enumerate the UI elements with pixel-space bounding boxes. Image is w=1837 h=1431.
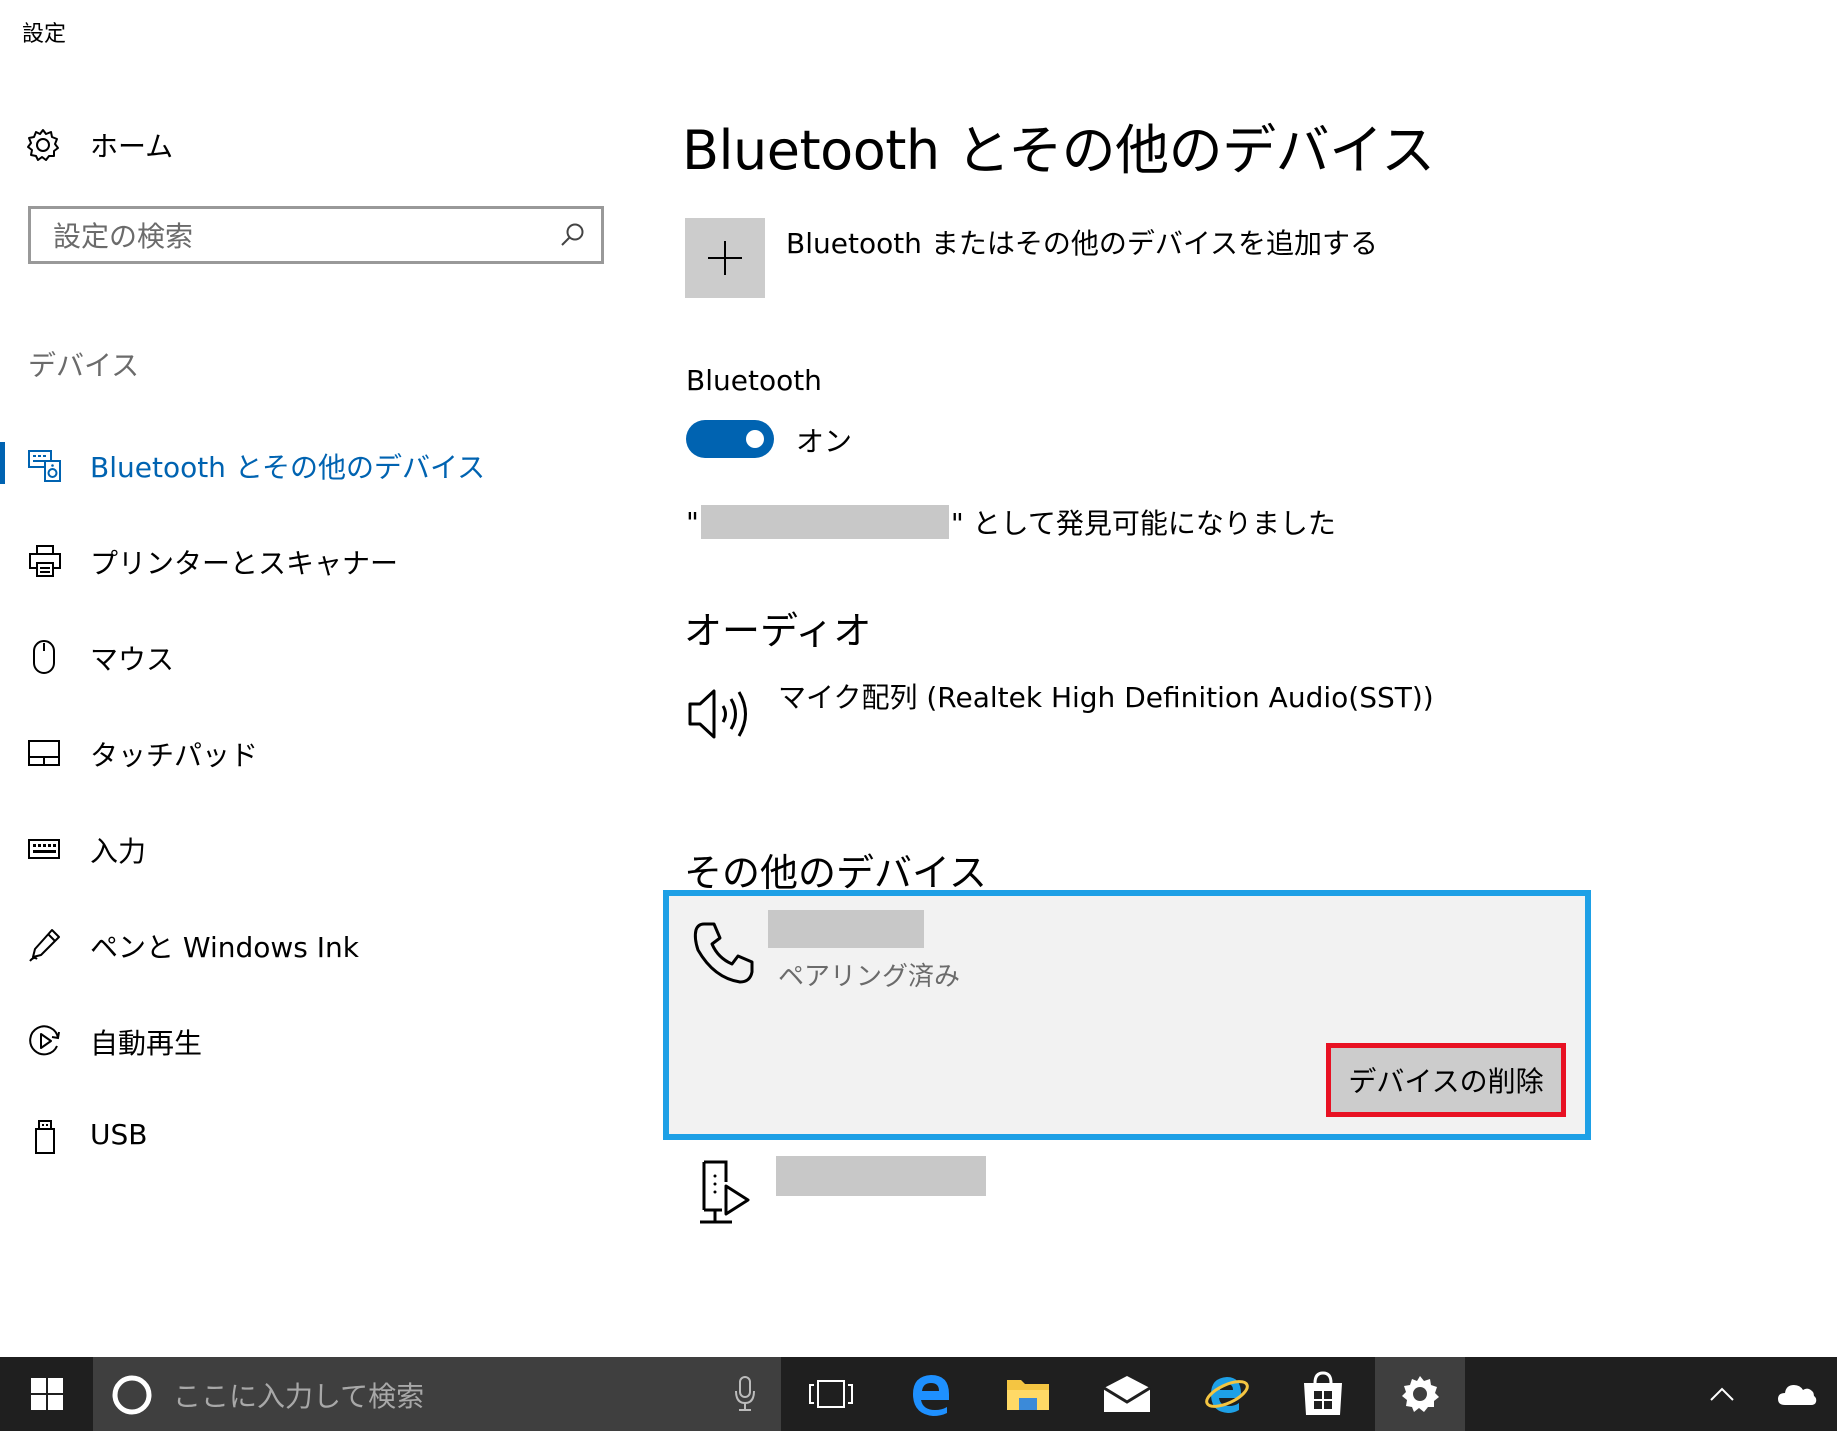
nav-home-label: ホーム (90, 130, 174, 163)
sidebar-item-label: マウス (90, 643, 175, 676)
show-hidden-icons-button[interactable] (1692, 1357, 1752, 1431)
sidebar-item-label: 入力 (90, 835, 147, 868)
search-icon[interactable] (559, 222, 585, 248)
taskbar-search-box[interactable]: ここに入力して検索 (93, 1357, 781, 1431)
sidebar-item-printers[interactable]: プリンターとスキャナー (0, 530, 600, 590)
sidebar-item-label: ペンと Windows Ink (90, 931, 360, 964)
settings-search[interactable] (28, 206, 604, 264)
sidebar-item-label: 自動再生 (90, 1027, 203, 1060)
cortana-icon (111, 1374, 153, 1416)
taskbar-search-placeholder: ここに入力して検索 (173, 1380, 425, 1413)
windows-logo-icon (30, 1378, 63, 1410)
mail-button[interactable] (1082, 1357, 1172, 1431)
printer-icon (28, 544, 62, 578)
quote-open: " (686, 505, 699, 539)
media-device-icon (698, 1160, 756, 1226)
internet-explorer-button[interactable] (1182, 1357, 1272, 1431)
speaker-icon (688, 686, 754, 742)
touchpad-icon (28, 736, 62, 770)
chevron-up-icon (1709, 1386, 1735, 1402)
window-title: 設定 (22, 22, 67, 47)
sidebar-item-label: タッチパッド (90, 739, 259, 772)
start-button[interactable] (0, 1357, 93, 1431)
sidebar-item-pen[interactable]: ペンと Windows Ink (0, 914, 600, 974)
toggle-knob (746, 430, 764, 448)
edge-button[interactable] (886, 1357, 976, 1431)
add-device-button[interactable] (685, 218, 765, 298)
usb-icon (28, 1120, 62, 1154)
plus-icon (685, 218, 765, 298)
autoplay-icon (28, 1024, 62, 1058)
cloud-icon (1777, 1381, 1817, 1407)
microphone-icon[interactable] (733, 1375, 757, 1413)
discoverable-text: " として発見可能になりました (950, 507, 1336, 540)
file-explorer-button[interactable] (983, 1357, 1073, 1431)
sidebar-item-autoplay[interactable]: 自動再生 (0, 1010, 600, 1070)
paired-status: ペアリング済み (778, 962, 961, 992)
redacted-device-name (768, 910, 924, 948)
audio-section-title: オーディオ (684, 609, 872, 653)
store-button[interactable] (1278, 1357, 1368, 1431)
sidebar-item-label: Bluetooth とその他のデバイス (90, 451, 486, 484)
bluetooth-label: Bluetooth (686, 364, 822, 397)
mouse-icon (28, 640, 62, 674)
sidebar-item-mouse[interactable]: マウス (0, 626, 600, 686)
phone-icon (690, 920, 760, 986)
store-icon (1301, 1371, 1345, 1417)
discoverable-status: " " として発見可能になりました (686, 504, 1336, 540)
active-indicator (0, 442, 5, 484)
gear-icon (26, 128, 60, 162)
task-view-icon (809, 1379, 853, 1409)
taskbar: ここに入力して検索 (0, 1357, 1837, 1431)
nav-home[interactable]: ホーム (26, 120, 586, 170)
mail-icon (1102, 1374, 1152, 1414)
bluetooth-toggle[interactable] (686, 420, 774, 458)
sidebar-item-usb[interactable]: USB (0, 1106, 600, 1166)
toggle-state-label: オン (796, 425, 853, 458)
internet-explorer-icon (1203, 1372, 1251, 1416)
add-device-label[interactable]: Bluetooth またはその他のデバイスを追加する (786, 222, 1378, 262)
sidebar-item-bluetooth[interactable]: Bluetooth とその他のデバイス (0, 434, 600, 494)
sidebar-item-touchpad[interactable]: タッチパッド (0, 722, 600, 782)
other-devices-section-title: その他のデバイス (684, 851, 987, 895)
redacted-device-name (700, 505, 949, 539)
redacted-device-name (776, 1156, 986, 1196)
bluetooth-devices-icon (28, 448, 62, 482)
audio-device-name[interactable]: マイク配列 (Realtek High Definition Audio(SST… (778, 676, 1434, 716)
pen-icon (28, 928, 62, 962)
task-view-button[interactable] (786, 1357, 876, 1431)
edge-icon (909, 1372, 953, 1416)
gear-icon (1400, 1374, 1440, 1414)
sidebar-item-input[interactable]: 入力 (0, 818, 600, 878)
sidebar-item-label: プリンターとスキャナー (90, 547, 399, 580)
keyboard-icon (28, 832, 62, 866)
settings-taskbar-button[interactable] (1375, 1357, 1465, 1431)
sidebar-item-label: USB (90, 1118, 148, 1151)
folder-icon (1005, 1374, 1051, 1414)
remove-device-button[interactable]: デバイスの削除 (1326, 1043, 1566, 1117)
page-title: Bluetooth とその他のデバイス (682, 119, 1435, 182)
onedrive-button[interactable] (1762, 1357, 1832, 1431)
settings-search-input[interactable] (51, 209, 555, 263)
nav-group-devices: デバイス (28, 349, 140, 382)
